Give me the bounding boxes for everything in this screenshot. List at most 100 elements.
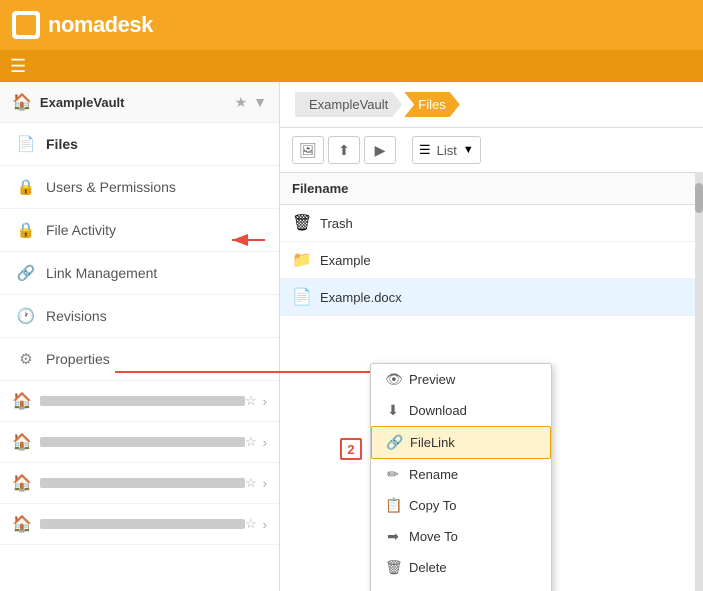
table-row[interactable]: 📄 Example.docx	[280, 279, 703, 316]
list-view-label: List	[437, 143, 457, 158]
breadcrumb-files[interactable]: Files	[404, 92, 459, 117]
lock-icon: 🔒	[16, 177, 36, 197]
doc-icon: 📄	[292, 287, 312, 307]
vault-row-star-1[interactable]: ☆	[245, 393, 257, 409]
ctx-filelink[interactable]: 🔗 FileLink	[371, 426, 551, 459]
vault-row-star-2[interactable]: ☆	[245, 434, 257, 450]
download-icon: ⬇	[385, 402, 401, 419]
file-list: Filename 🗑 Trash 📁 Example 📄 Example.doc…	[280, 173, 703, 591]
ctx-preview-label: Preview	[409, 372, 455, 387]
ctx-edit-office[interactable]: ✏ Edit with Office Online	[371, 583, 551, 591]
link-icon: 🔗	[16, 263, 36, 283]
folder-icon: 📁	[292, 250, 312, 270]
table-row[interactable]: 📁 Example	[280, 242, 703, 279]
sidebar-label-properties: Properties	[46, 351, 267, 367]
file-icon: 📄	[16, 134, 36, 154]
ctx-move[interactable]: ➡ Move To	[371, 521, 551, 552]
revision-icon: 🕐	[16, 306, 36, 326]
menu-bar: ☰	[0, 50, 703, 82]
ctx-copy[interactable]: 📋 Copy To	[371, 490, 551, 521]
star-icon[interactable]: ★	[235, 94, 248, 111]
logo-inner	[16, 15, 36, 35]
context-menu: 👁 Preview ⬇ Download 🔗 FileLink ✏ Rename	[370, 363, 552, 591]
vault-row-name-1	[40, 396, 245, 406]
ctx-preview[interactable]: 👁 Preview	[371, 364, 551, 395]
vault-row-name-3	[40, 478, 245, 488]
vault-row-arrow-2[interactable]: ›	[263, 435, 267, 450]
ctx-filelink-label: FileLink	[410, 435, 455, 450]
breadcrumb: ExampleVault Files	[280, 82, 703, 128]
rename-icon: ✏	[385, 466, 401, 483]
sidebar-item-properties[interactable]: ⚙ Properties	[0, 338, 279, 381]
main-layout: 🏠 ExampleVault ★ ▼ 📄 Files 🔒 Users & Per…	[0, 82, 703, 591]
top-bar: nomadesk	[0, 0, 703, 50]
filename-column-header: Filename	[292, 181, 348, 196]
vault-row-1[interactable]: 🏠 ☆ ›	[0, 381, 279, 422]
vault-row-arrow-1[interactable]: ›	[263, 394, 267, 409]
table-row[interactable]: 🗑 Trash	[280, 205, 703, 242]
toolbar-image-btn[interactable]: 🖼	[292, 136, 324, 164]
file-name-example: Example	[320, 253, 371, 268]
vault-row-icon-3: 🏠	[12, 473, 32, 493]
vault-row-name-4	[40, 519, 245, 529]
sidebar: 🏠 ExampleVault ★ ▼ 📄 Files 🔒 Users & Per…	[0, 82, 280, 591]
preview-icon: 👁	[385, 371, 401, 388]
vault-row-3[interactable]: 🏠 ☆ ›	[0, 463, 279, 504]
vault-row-4[interactable]: 🏠 ☆ ›	[0, 504, 279, 545]
annotation-2: 2	[340, 438, 362, 460]
move-icon: ➡	[385, 528, 401, 545]
app-title: nomadesk	[48, 12, 153, 38]
toolbar-upload-btn[interactable]: ⬆	[328, 136, 360, 164]
delete-icon: 🗑	[385, 559, 401, 576]
ctx-move-label: Move To	[409, 529, 458, 544]
ctx-copy-label: Copy To	[409, 498, 456, 513]
hamburger-icon[interactable]: ☰	[10, 56, 26, 77]
trash-icon: 🗑	[292, 213, 312, 233]
vault-header[interactable]: 🏠 ExampleVault ★ ▼	[0, 82, 279, 123]
breadcrumb-vault[interactable]: ExampleVault	[295, 92, 402, 117]
list-view-icon: ☰	[419, 142, 431, 158]
sidebar-label-files: Files	[46, 136, 267, 152]
activity-icon: 🔒	[16, 220, 36, 240]
vault-row-star-4[interactable]: ☆	[245, 516, 257, 532]
arrow-icon[interactable]: ▼	[253, 94, 267, 110]
vault-row-arrow-4[interactable]: ›	[263, 517, 267, 532]
dropdown-chevron-icon: ▼	[463, 144, 474, 156]
sidebar-item-file-activity[interactable]: 🔒 File Activity 1	[0, 209, 279, 252]
list-view-dropdown[interactable]: ☰ List ▼	[412, 136, 481, 164]
file-list-header: Filename	[280, 173, 703, 205]
logo-area: nomadesk	[12, 11, 153, 39]
ctx-rename-label: Rename	[409, 467, 458, 482]
sidebar-item-files[interactable]: 📄 Files	[0, 123, 279, 166]
scrollbar[interactable]	[695, 173, 703, 591]
sidebar-item-link-management[interactable]: 🔗 Link Management	[0, 252, 279, 295]
scrollbar-thumb	[695, 183, 703, 213]
sidebar-label-activity: File Activity	[46, 222, 267, 238]
gear-icon: ⚙	[16, 349, 36, 369]
sidebar-label-link: Link Management	[46, 265, 267, 281]
toolbar: 🖼 ⬆ ▶ ☰ List ▼	[280, 128, 703, 173]
ctx-download-label: Download	[409, 403, 467, 418]
file-name-trash: Trash	[320, 216, 353, 231]
vault-icon: 🏠	[12, 92, 32, 112]
ctx-delete[interactable]: 🗑 Delete	[371, 552, 551, 583]
copy-icon: 📋	[385, 497, 401, 514]
sidebar-item-revisions[interactable]: 🕐 Revisions	[0, 295, 279, 338]
ctx-download[interactable]: ⬇ Download	[371, 395, 551, 426]
vault-row-name-2	[40, 437, 245, 447]
vault-row-icon-2: 🏠	[12, 432, 32, 452]
sidebar-label-users: Users & Permissions	[46, 179, 267, 195]
vault-row-2[interactable]: 🏠 ☆ ›	[0, 422, 279, 463]
toolbar-play-btn[interactable]: ▶	[364, 136, 396, 164]
ctx-rename[interactable]: ✏ Rename	[371, 459, 551, 490]
logo-box	[12, 11, 40, 39]
vault-row-arrow-3[interactable]: ›	[263, 476, 267, 491]
vault-name: ExampleVault	[40, 95, 235, 110]
sidebar-label-revisions: Revisions	[46, 308, 267, 324]
vault-row-star-3[interactable]: ☆	[245, 475, 257, 491]
file-name-docx: Example.docx	[320, 290, 402, 305]
sidebar-item-users-permissions[interactable]: 🔒 Users & Permissions	[0, 166, 279, 209]
filelink-icon: 🔗	[386, 434, 402, 451]
vault-row-icon-1: 🏠	[12, 391, 32, 411]
vault-row-icon-4: 🏠	[12, 514, 32, 534]
